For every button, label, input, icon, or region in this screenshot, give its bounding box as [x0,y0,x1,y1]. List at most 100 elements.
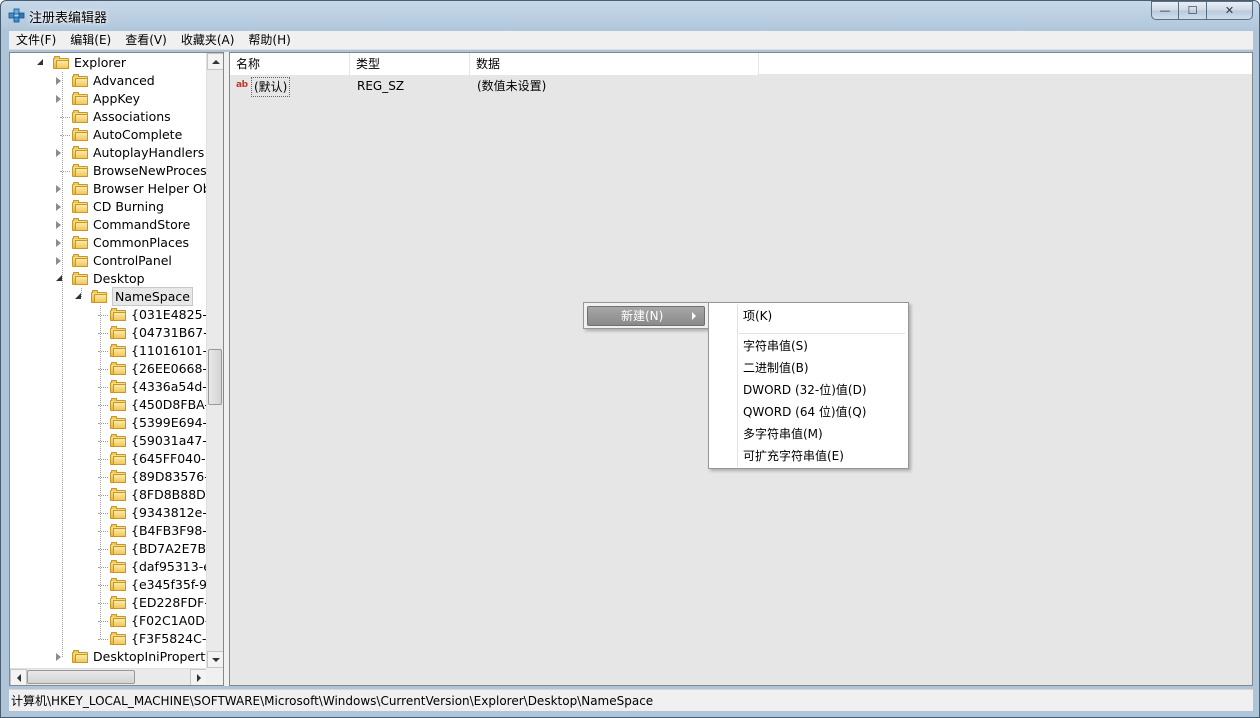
tree-content: Explorer Advanced AppKey Associations AutoCo… [10,53,207,668]
collapsed-arrow-icon[interactable] [56,221,61,229]
submenu-separator [739,333,905,334]
folder-icon [110,380,126,393]
folder-icon [72,128,88,141]
collapsed-arrow-icon[interactable] [56,239,61,247]
collapsed-arrow-icon[interactable] [56,653,61,661]
tree-item[interactable]: {daf95313-e44 [10,558,207,576]
horizontal-scroll-thumb[interactable] [27,670,135,684]
column-name-header[interactable]: 名称 [230,53,350,75]
list-item[interactable]: ab (默认) REG_SZ (数值未设置) [230,77,930,97]
collapsed-arrow-icon[interactable] [56,95,61,103]
close-button[interactable]: ✕ [1207,1,1253,20]
tree-item[interactable]: CD Burning [10,198,207,216]
menu-view[interactable]: 查看(V) [118,31,174,50]
tree-item-label: {B4FB3F98-C1E [131,523,207,538]
scroll-right-button[interactable] [190,669,207,685]
tree-item[interactable]: AppKey [10,90,207,108]
tree-item[interactable]: Browser Helper Obje [10,180,207,198]
registry-tree[interactable]: Explorer Advanced AppKey Associations AutoCo… [9,52,224,686]
folder-icon [72,254,88,267]
tree-item[interactable]: {645FF040-508 [10,450,207,468]
tree-item[interactable]: Explorer [10,54,207,72]
expanded-arrow-icon[interactable] [37,59,43,65]
submenu-item-expandable-string-value[interactable]: 可扩充字符串值(E) [743,446,844,466]
folder-icon [110,524,126,537]
status-path: 计算机\HKEY_LOCAL_MACHINE\SOFTWARE\Microsof… [11,694,654,708]
submenu-item-key[interactable]: 项(K) [743,306,772,326]
tree-item[interactable]: {9343812e-1c3 [10,504,207,522]
vertical-scroll-thumb[interactable] [208,349,222,405]
minimize-button[interactable]: — [1151,1,1179,20]
submenu-item-multi-string-value[interactable]: 多字符串值(M) [743,424,823,444]
tree-item-label: CommandStore [93,217,191,232]
tree-item[interactable]: AutoComplete [10,126,207,144]
tree-item[interactable]: {ED228FDF-9E [10,594,207,612]
tree-item[interactable]: Advanced [10,72,207,90]
tree-item[interactable]: {BD7A2E7B-21 [10,540,207,558]
tree-item[interactable]: {59031a47-3f72 [10,432,207,450]
collapsed-arrow-icon[interactable] [56,149,61,157]
tree-item[interactable]: {26EE0668-A00 [10,360,207,378]
submenu-arrow-icon [692,312,696,320]
tree-horizontal-scrollbar[interactable] [10,668,207,685]
scroll-left-button[interactable] [10,669,27,685]
folder-icon [72,218,88,231]
tree-item[interactable]: {450D8FBA-AD [10,396,207,414]
context-menu-new[interactable]: 新建(N) [587,306,705,326]
scroll-down-button[interactable] [207,651,223,668]
collapsed-arrow-icon[interactable] [56,185,61,193]
tree-item-label: AutoplayHandlers [93,145,205,160]
tree-item-label: Browser Helper Obje [93,181,207,196]
tree-item[interactable]: {F3F5824C-AD [10,630,207,648]
tree-item[interactable]: {B4FB3F98-C1E [10,522,207,540]
tree-item[interactable]: {8FD8B88D-30 [10,486,207,504]
tree-item[interactable]: CommandStore [10,216,207,234]
submenu-item-string-value[interactable]: 字符串值(S) [743,336,808,356]
collapsed-arrow-icon[interactable] [56,257,61,265]
tree-item[interactable]: Associations [10,108,207,126]
tree-item[interactable]: {89D83576-6BI [10,468,207,486]
menu-favorites[interactable]: 收藏夹(A) [174,31,242,50]
tree-item[interactable]: {04731B67-D9 [10,324,207,342]
column-type-header[interactable]: 类型 [350,53,470,75]
scroll-up-button[interactable] [207,53,223,70]
tree-vertical-scrollbar[interactable] [206,53,223,668]
tree-item[interactable]: {11016101-E36 [10,342,207,360]
maximize-button[interactable]: ☐ [1179,1,1207,20]
tree-item[interactable]: DesktopIniPropertyM [10,648,207,666]
tree-item-label: CD Burning [93,199,164,214]
tree-item-label: Advanced [93,73,155,88]
folder-icon [110,308,126,321]
expanded-arrow-icon[interactable] [75,293,81,299]
tree-item-label: {e345f35f-9397 [131,577,207,592]
tree-item[interactable]: {5399E694-6CE [10,414,207,432]
tree-item-label: Desktop [93,271,145,286]
tree-item-label: {8FD8B88D-30 [131,487,207,502]
column-data-header[interactable]: 数据 [470,53,759,75]
tree-item[interactable]: Desktop [10,270,207,288]
submenu-item-binary-value[interactable]: 二进制值(B) [743,358,809,378]
tree-item[interactable]: CommonPlaces [10,234,207,252]
tree-item[interactable]: {031E4825-7B9 [10,306,207,324]
tree-item[interactable]: NameSpace [10,287,207,306]
folder-icon [110,614,126,627]
tree-item[interactable]: {4336a54d-038 [10,378,207,396]
submenu-item-qword-value[interactable]: QWORD (64 位)值(Q) [743,402,866,422]
submenu-item-dword-value[interactable]: DWORD (32-位)值(D) [743,380,867,400]
list-header: 名称 类型 数据 [230,53,1252,75]
arrow-right-icon [196,673,201,682]
tree-item[interactable]: BrowseNewProcess [10,162,207,180]
tree-item[interactable]: {e345f35f-9397 [10,576,207,594]
title-bar: 注册表编辑器 — ☐ ✕ [1,1,1259,29]
menu-help[interactable]: 帮助(H) [241,31,297,50]
tree-item[interactable]: AutoplayHandlers [10,144,207,162]
tree-item-label: {031E4825-7B9 [131,307,207,322]
collapsed-arrow-icon[interactable] [56,203,61,211]
collapsed-arrow-icon[interactable] [56,77,61,85]
value-name: (默认) [251,77,291,97]
tree-item[interactable]: ControlPanel [10,252,207,270]
menu-file[interactable]: 文件(F) [9,31,63,50]
menu-edit[interactable]: 编辑(E) [63,31,118,50]
expanded-arrow-icon[interactable] [56,275,62,281]
tree-item[interactable]: {F02C1A0D-BE [10,612,207,630]
